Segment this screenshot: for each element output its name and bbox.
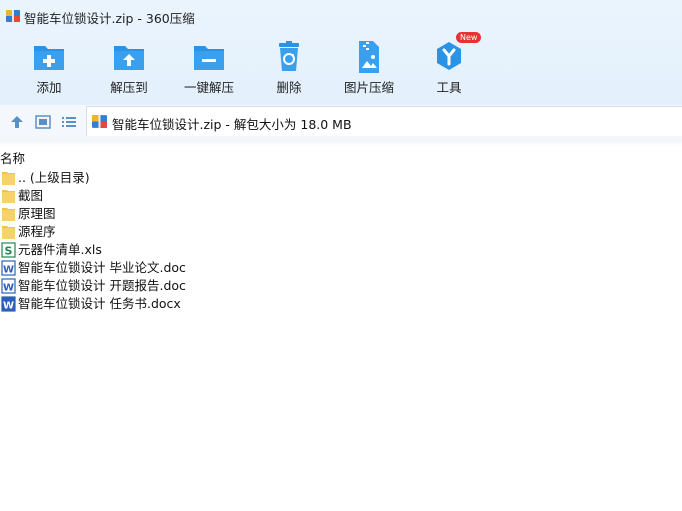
tools-label: 工具	[436, 80, 462, 95]
column-header-name[interactable]: 名称	[0, 148, 25, 167]
header-separator	[0, 139, 682, 147]
list-item[interactable]: 源程序	[0, 223, 682, 241]
list-item[interactable]: .. (上级目录)	[0, 169, 682, 187]
svg-text:W: W	[3, 283, 14, 294]
file-name: 智能车位锁设计 开题报告.doc	[18, 278, 186, 293]
list-item[interactable]: S 元器件清单.xls	[0, 241, 682, 259]
word-file-icon: W	[1, 278, 16, 294]
one-click-extract-icon	[194, 46, 224, 70]
list-item[interactable]: W 智能车位锁设计 毕业论文.doc	[0, 259, 682, 277]
top-panel: 智能车位锁设计.zip - 360压缩 添加 解压到 一键解压 删除 图片压缩 …	[0, 0, 682, 105]
list-view-icon[interactable]	[61, 114, 77, 130]
svg-text:S: S	[5, 245, 13, 258]
folder-icon	[2, 208, 15, 221]
add-button[interactable]: 添加	[9, 36, 89, 100]
file-name: 元器件清单.xls	[18, 242, 102, 257]
add-label: 添加	[36, 80, 62, 95]
list-item[interactable]: W 智能车位锁设计 开题报告.doc	[0, 277, 682, 295]
add-folder-icon	[34, 46, 64, 70]
file-name: 智能车位锁设计 任务书.docx	[18, 296, 181, 311]
file-name: .. (上级目录)	[18, 170, 90, 185]
extract-to-icon	[114, 46, 144, 70]
svg-text:W: W	[3, 265, 14, 276]
delete-button[interactable]: 删除	[249, 36, 329, 100]
list-item[interactable]: 截图	[0, 187, 682, 205]
word-file-icon: W	[1, 296, 16, 312]
address-field[interactable]: 智能车位锁设计.zip - 解包大小为 18.0 MB	[86, 106, 682, 136]
image-compress-icon	[359, 41, 379, 73]
file-list: .. (上级目录) 截图 原理图 源程序 S 元器件清单.xls W 智能车位锁…	[0, 169, 682, 313]
image-compress-label: 图片压缩	[343, 80, 394, 95]
file-name: 源程序	[18, 224, 56, 239]
zip-archive-icon	[92, 115, 107, 128]
zip-archive-icon	[6, 10, 20, 22]
folder-icon	[2, 226, 15, 239]
one-click-extract-button[interactable]: 一键解压	[169, 36, 249, 100]
list-item[interactable]: W 智能车位锁设计 任务书.docx	[0, 295, 682, 313]
tools-button[interactable]: New 工具	[409, 32, 489, 100]
extract-to-label: 解压到	[110, 80, 148, 95]
folder-icon	[2, 172, 15, 185]
svg-text:W: W	[3, 301, 14, 312]
file-name: 截图	[18, 188, 44, 203]
delete-label: 删除	[276, 80, 302, 95]
address-text: 智能车位锁设计.zip - 解包大小为 18.0 MB	[112, 117, 352, 132]
excel-file-icon: S	[1, 242, 16, 258]
list-item[interactable]: 原理图	[0, 205, 682, 223]
image-compress-button[interactable]: 图片压缩	[329, 36, 409, 100]
folder-icon	[2, 190, 15, 203]
toolbar: 添加 解压到 一键解压 删除 图片压缩 New 工具	[0, 32, 682, 100]
tools-icon	[437, 42, 461, 70]
word-file-icon: W	[1, 260, 16, 276]
one-click-extract-label: 一键解压	[183, 80, 234, 95]
thumbnail-view-icon[interactable]	[35, 114, 51, 130]
up-arrow-icon[interactable]	[9, 114, 25, 130]
file-name: 智能车位锁设计 毕业论文.doc	[18, 260, 186, 275]
extract-to-button[interactable]: 解压到	[89, 36, 169, 100]
window-title: 智能车位锁设计.zip - 360压缩	[24, 11, 195, 26]
new-badge: New	[456, 32, 482, 43]
file-name: 原理图	[18, 206, 56, 221]
recycle-bin-icon	[279, 41, 299, 71]
title-bar: 智能车位锁设计.zip - 360压缩	[0, 0, 682, 32]
